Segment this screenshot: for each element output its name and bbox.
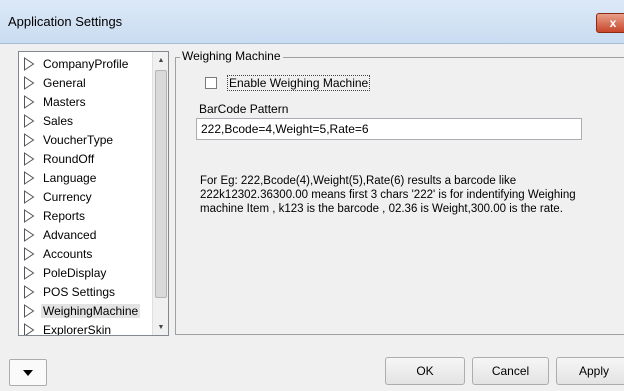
expand-triangle-icon[interactable]: [23, 170, 35, 185]
dropdown-button[interactable]: [9, 359, 47, 386]
settings-tree[interactable]: CompanyProfile General Masters Sales Voucher…: [18, 51, 169, 336]
expand-triangle-icon[interactable]: [23, 227, 35, 242]
scroll-thumb[interactable]: [155, 70, 167, 298]
expand-triangle-icon[interactable]: [23, 75, 35, 90]
tree-item-label: Reports: [43, 208, 86, 223]
close-icon: x: [609, 16, 617, 30]
expand-triangle-icon[interactable]: [23, 151, 35, 166]
tree-item-label: PoleDisplay: [43, 265, 107, 280]
tree-item-label: Advanced: [43, 227, 97, 242]
tree-item[interactable]: CompanyProfile: [19, 54, 153, 73]
expand-triangle-icon[interactable]: [23, 113, 35, 128]
note-line: machine Item , k123 is the barcode , 02.…: [200, 203, 563, 215]
enable-weighing-checkbox-row[interactable]: Enable Weighing Machine: [205, 75, 371, 91]
apply-button[interactable]: Apply: [556, 357, 624, 385]
tree-item[interactable]: Currency: [19, 187, 153, 206]
tree-item[interactable]: Advanced: [19, 225, 153, 244]
barcode-example-note: For Eg: 222,Bcode(4),Weight(5),Rate(6) r…: [200, 174, 580, 216]
barcode-pattern-input[interactable]: 222,Bcode=4,Weight=5,Rate=6: [196, 118, 582, 140]
tree-item-label: Sales: [43, 113, 74, 128]
ok-button[interactable]: OK: [385, 357, 465, 385]
scroll-up-icon[interactable]: ▲: [153, 52, 168, 68]
tree-scrollbar[interactable]: ▲ ▼: [152, 52, 168, 335]
cancel-button[interactable]: Cancel: [472, 357, 549, 385]
enable-weighing-label[interactable]: Enable Weighing Machine: [227, 75, 371, 91]
tree-item[interactable]: POS Settings: [19, 282, 153, 301]
expand-triangle-icon[interactable]: [23, 208, 35, 223]
tree-item[interactable]: Accounts: [19, 244, 153, 263]
close-button[interactable]: x: [596, 13, 624, 33]
barcode-pattern-label: BarCode Pattern: [199, 102, 289, 116]
tree-item-label: Accounts: [43, 246, 93, 261]
expand-triangle-icon[interactable]: [23, 246, 35, 261]
title-bar: Application Settings x: [0, 0, 624, 44]
expand-triangle-icon[interactable]: [23, 132, 35, 147]
expand-triangle-icon[interactable]: [23, 56, 35, 71]
note-line: 222k12302.36300.00 means first 3 chars '…: [200, 189, 576, 201]
tree-item[interactable]: General: [19, 73, 153, 92]
tree-item[interactable]: VoucherType: [19, 130, 153, 149]
group-title: Weighing Machine: [180, 49, 283, 63]
tree-item-label: Language: [43, 170, 97, 185]
tree-item[interactable]: PoleDisplay: [19, 263, 153, 282]
expand-triangle-icon[interactable]: [23, 189, 35, 204]
tree-item[interactable]: ExplorerSkin: [19, 320, 153, 337]
expand-triangle-icon[interactable]: [23, 94, 35, 109]
tree-item-label: ExplorerSkin: [43, 322, 112, 336]
scroll-down-icon[interactable]: ▼: [153, 319, 168, 335]
tree-item-label: General: [43, 75, 86, 90]
note-line: For Eg: 222,Bcode(4),Weight(5),Rate(6) r…: [200, 175, 517, 187]
tree-item-label: CompanyProfile: [43, 56, 129, 71]
tree-item-label: Currency: [43, 189, 92, 204]
tree-item-label: Masters: [43, 94, 86, 109]
expand-triangle-icon[interactable]: [23, 322, 35, 337]
tree-item[interactable]: Reports: [19, 206, 153, 225]
tree-item[interactable]: RoundOff: [19, 149, 153, 168]
tree-item-label: RoundOff: [43, 151, 95, 166]
tree-item-label: WeighingMachine: [41, 303, 141, 318]
expand-triangle-icon[interactable]: [23, 265, 35, 280]
tree-item-label: POS Settings: [43, 284, 116, 299]
window-title: Application Settings: [8, 14, 123, 29]
enable-weighing-checkbox[interactable]: [205, 77, 217, 89]
expand-triangle-icon[interactable]: [23, 303, 35, 318]
tree-item[interactable]: Masters: [19, 92, 153, 111]
tree-item[interactable]: Sales: [19, 111, 153, 130]
tree-item[interactable]: Language: [19, 168, 153, 187]
tree-item[interactable]: WeighingMachine: [19, 301, 153, 320]
tree-item-label: VoucherType: [43, 132, 114, 147]
tree-list: CompanyProfile General Masters Sales Voucher…: [19, 54, 153, 337]
expand-triangle-icon[interactable]: [23, 284, 35, 299]
chevron-down-icon: [23, 369, 33, 376]
